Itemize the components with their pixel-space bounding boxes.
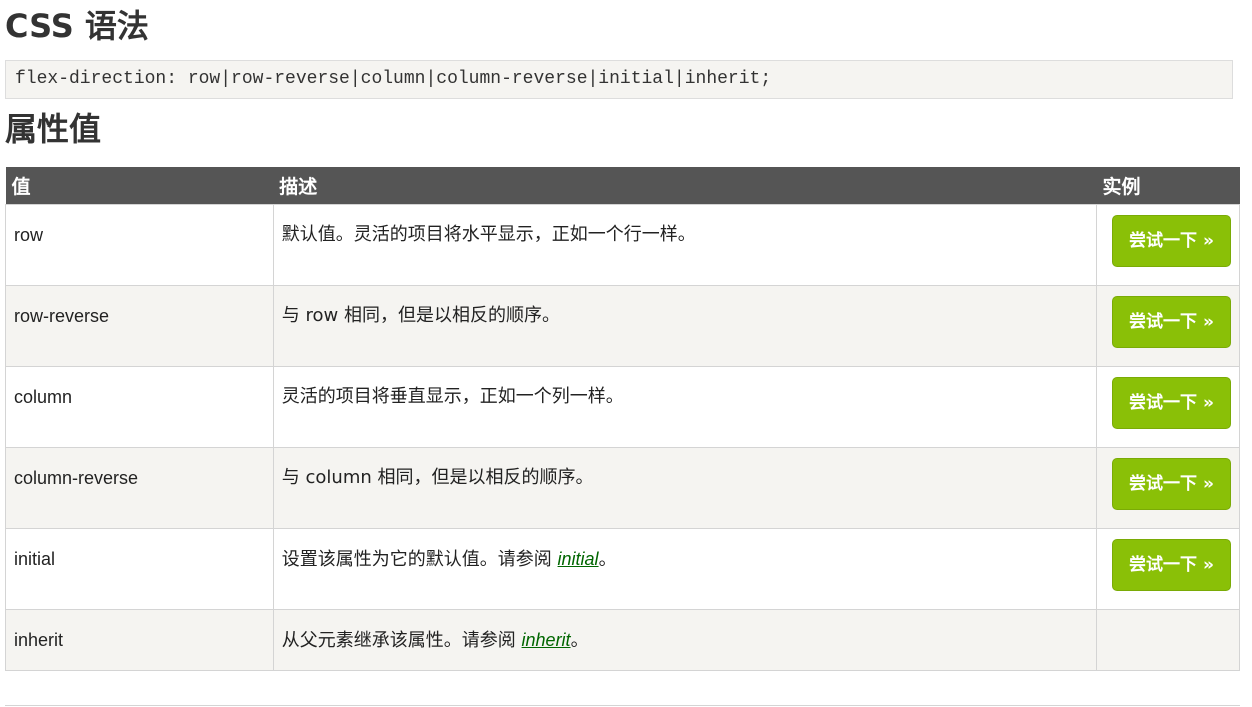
property-values-table: 值 描述 实例 row 默认值。灵活的项目将水平显示，正如一个行一样。 尝试一下… bbox=[5, 167, 1241, 671]
description-cell: 灵活的项目将垂直显示，正如一个列一样。 bbox=[272, 365, 1097, 448]
header-example: 实例 bbox=[1102, 175, 1141, 198]
description-cell: 与 column 相同，但是以相反的顺序。 bbox=[272, 446, 1097, 529]
syntax-code-block: flex-direction: row|row-reverse|column|c… bbox=[5, 60, 1233, 99]
table-row: column 灵活的项目将垂直显示，正如一个列一样。 尝试一下 » bbox=[5, 365, 1241, 448]
header-value: 值 bbox=[11, 175, 31, 198]
try-it-button[interactable]: 尝试一下 » bbox=[1111, 538, 1231, 591]
inherit-link[interactable]: inherit bbox=[522, 630, 571, 650]
example-cell-empty bbox=[1095, 608, 1241, 671]
table-row: initial 设置该属性为它的默认值。请参阅 initial。 尝试一下 » bbox=[5, 527, 1241, 610]
try-it-button[interactable]: 尝试一下 » bbox=[1111, 214, 1231, 267]
property-values-heading: 属性值 bbox=[5, 110, 102, 148]
description-cell: 默认值。灵活的项目将水平显示，正如一个行一样。 bbox=[272, 203, 1097, 286]
description-text: 设置该属性为它的默认值。请参阅 bbox=[281, 548, 558, 570]
description-cell: 设置该属性为它的默认值。请参阅 initial。 bbox=[272, 527, 1097, 610]
initial-link[interactable]: initial bbox=[558, 549, 599, 569]
value-cell: column bbox=[5, 365, 274, 448]
value-cell: row bbox=[5, 203, 274, 286]
example-cell: 尝试一下 » bbox=[1095, 446, 1241, 529]
table-row: column-reverse 与 column 相同，但是以相反的顺序。 尝试一… bbox=[5, 446, 1241, 529]
description-text: 从父元素继承该属性。请参阅 bbox=[281, 629, 522, 651]
table-header-row: 值 描述 实例 bbox=[5, 167, 1240, 204]
value-cell: column-reverse bbox=[5, 446, 274, 529]
description-cell: 从父元素继承该属性。请参阅 inherit。 bbox=[272, 608, 1097, 671]
try-it-button[interactable]: 尝试一下 » bbox=[1111, 376, 1231, 429]
value-cell: row-reverse bbox=[5, 284, 274, 367]
description-cell: 与 row 相同，但是以相反的顺序。 bbox=[272, 284, 1097, 367]
table-row: inherit 从父元素继承该属性。请参阅 inherit。 bbox=[5, 608, 1241, 671]
example-cell: 尝试一下 » bbox=[1095, 284, 1241, 367]
description-suffix: 。 bbox=[570, 629, 589, 651]
value-cell: initial bbox=[5, 527, 274, 610]
try-it-button[interactable]: 尝试一下 » bbox=[1111, 295, 1231, 348]
value-cell: inherit bbox=[5, 608, 274, 671]
example-cell: 尝试一下 » bbox=[1095, 527, 1241, 610]
try-it-button[interactable]: 尝试一下 » bbox=[1111, 457, 1231, 510]
divider bbox=[5, 705, 1240, 706]
page: CSS 语法 flex-direction: row|row-reverse|c… bbox=[0, 0, 1252, 707]
header-description: 描述 bbox=[279, 175, 318, 198]
table-row: row 默认值。灵活的项目将水平显示，正如一个行一样。 尝试一下 » bbox=[5, 203, 1241, 286]
example-cell: 尝试一下 » bbox=[1095, 203, 1241, 286]
syntax-heading: CSS 语法 bbox=[5, 7, 149, 45]
table-row: row-reverse 与 row 相同，但是以相反的顺序。 尝试一下 » bbox=[5, 284, 1241, 367]
description-suffix: 。 bbox=[598, 548, 617, 570]
example-cell: 尝试一下 » bbox=[1095, 365, 1241, 448]
